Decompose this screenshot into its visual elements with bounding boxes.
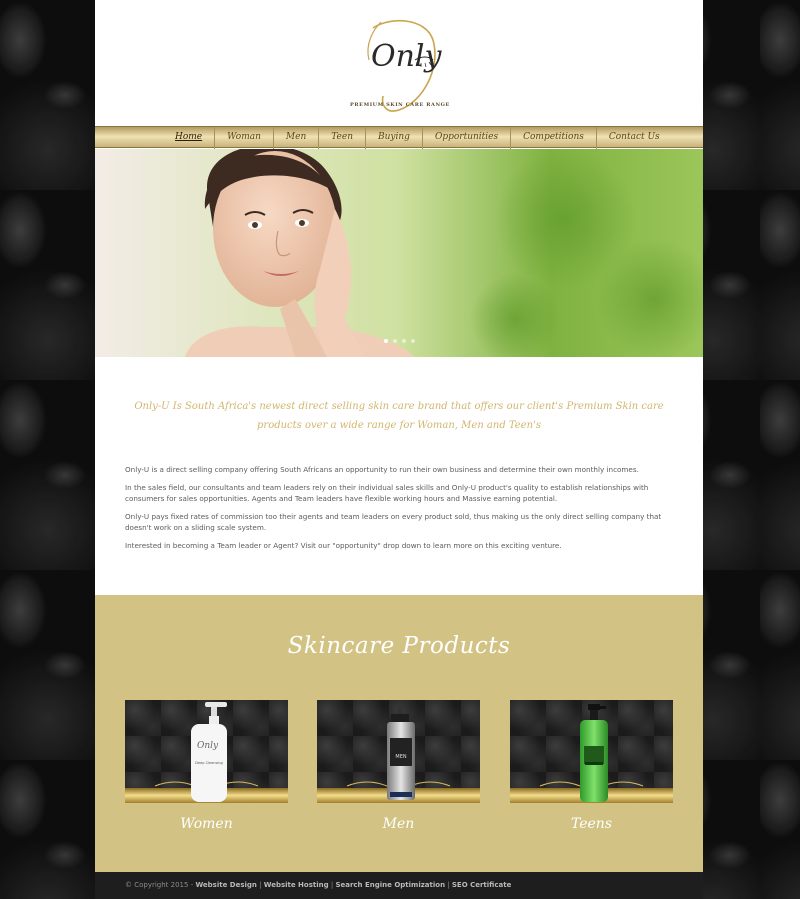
logo-tagline: Premium Skin Care Range <box>350 102 450 108</box>
svg-text:Deep Cleansing: Deep Cleansing <box>195 761 223 765</box>
product-label-teens[interactable]: Teens <box>510 816 673 832</box>
nav-item-competitions[interactable]: Competitions <box>511 127 597 149</box>
intro-paragraph: In the sales field, our consultants and … <box>125 483 649 503</box>
slider-dot[interactable] <box>384 339 388 343</box>
nav-item-contact-us[interactable]: Contact Us <box>597 127 672 149</box>
product-label-men[interactable]: Men <box>317 816 480 832</box>
footer-separator: | <box>256 881 264 889</box>
main-nav: Home Woman Men Teen Buying Opportunities… <box>95 126 703 149</box>
footer: © Copyright 2015 - Website Design | Webs… <box>95 872 703 899</box>
nav-item-men[interactable]: Men <box>274 127 320 149</box>
footer-link-seo[interactable]: Search Engine Optimization <box>335 881 445 889</box>
slider-dot[interactable] <box>402 339 406 343</box>
product-label-women[interactable]: Women <box>125 816 288 832</box>
footer-separator: | <box>445 881 452 889</box>
intro-paragraph: Only-U pays fixed rates of commission to… <box>125 512 662 532</box>
intro-body: Only-U is a direct selling company offer… <box>125 464 677 558</box>
hero-slider[interactable] <box>95 149 703 357</box>
nav-item-buying[interactable]: Buying <box>366 127 423 149</box>
product-image-men[interactable]: MEN <box>317 700 480 803</box>
slider-dots <box>384 339 415 343</box>
intro-paragraph: Only-U is a direct selling company offer… <box>125 465 639 474</box>
product-card-women[interactable]: Only Deep Cleansing Women <box>125 700 288 832</box>
product-card-men[interactable]: MEN Men <box>317 700 480 832</box>
product-image-teens[interactable] <box>510 700 673 803</box>
slider-dot[interactable] <box>411 339 415 343</box>
nav-item-opportunities[interactable]: Opportunities <box>423 127 512 149</box>
nav-item-woman[interactable]: Woman <box>215 127 274 149</box>
nav-item-teen[interactable]: Teen <box>319 127 367 149</box>
products-title: Skincare Products <box>287 633 511 659</box>
svg-text:Only: Only <box>371 39 443 74</box>
product-image-women[interactable]: Only Deep Cleansing <box>125 700 288 803</box>
svg-text:MEN: MEN <box>395 754 406 760</box>
svg-text:Only: Only <box>197 741 219 751</box>
products-section: Skincare Products Only Deep Cleansing Wo… <box>95 595 703 872</box>
footer-text: © Copyright 2015 - Website Design | Webs… <box>125 881 511 889</box>
footer-link-website-hosting[interactable]: Website Hosting <box>264 881 329 889</box>
slider-dot[interactable] <box>393 339 397 343</box>
product-card-teens[interactable]: Teens <box>510 700 673 832</box>
footer-link-seo-certificate[interactable]: SEO Certificate <box>452 881 511 889</box>
copyright-text: © Copyright 2015 - <box>125 881 196 889</box>
nav-item-home[interactable]: Home <box>163 127 216 149</box>
page: Only Premium Skin Care Range Home Woman … <box>95 0 703 899</box>
intro-paragraph: Interested in becoming a Team leader or … <box>125 541 562 550</box>
hero-image <box>95 149 703 357</box>
header: Only Premium Skin Care Range <box>95 0 703 126</box>
intro-tagline: Only-U Is South Africa's newest direct s… <box>134 401 664 431</box>
footer-link-website-design[interactable]: Website Design <box>195 881 256 889</box>
